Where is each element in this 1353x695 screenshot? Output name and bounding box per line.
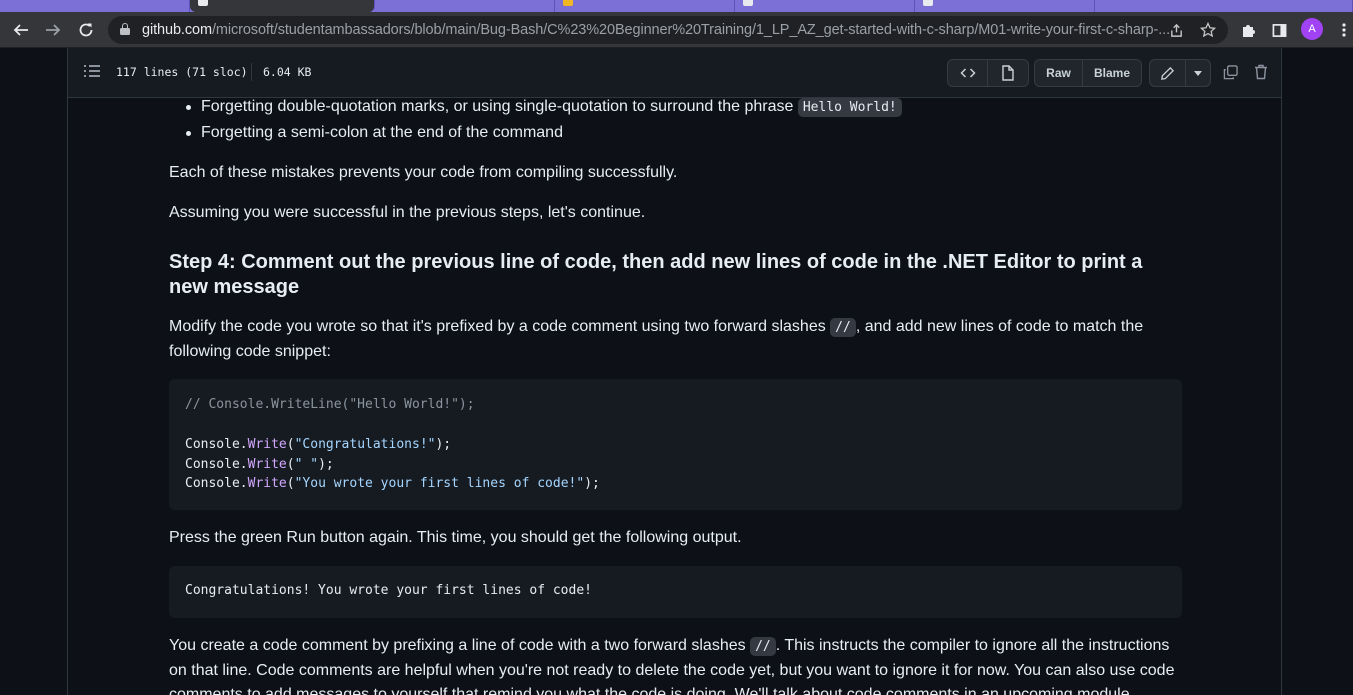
browser-tab[interactable] [1095,0,1353,12]
file-view-button[interactable] [988,60,1028,86]
raw-button[interactable]: Raw [1035,60,1083,86]
forward-arrow-icon[interactable] [40,18,66,42]
line-count: 117 lines (71 sloc) [116,65,248,79]
view-mode-toggle [947,59,1029,87]
paragraph-text: comments to add messages to yourself tha… [169,686,1135,695]
paragraph: Modify the code you wrote so that it's p… [169,315,1182,364]
browser-tab[interactable] [375,0,555,12]
code-view-button[interactable] [948,60,988,86]
edit-group [1149,59,1211,87]
lock-icon[interactable] [120,23,130,35]
markdown-body: Forgetting double-quotation marks, or us… [67,98,1282,695]
code-icon [959,68,976,78]
paragraph: Assuming you were successful in the prev… [169,204,646,221]
paragraph: You create a code comment by prefixing a… [169,634,1209,695]
list-item: Forgetting a semi-colon at the end of th… [186,121,563,145]
blame-button[interactable]: Blame [1083,60,1141,86]
file-size: 6.04 KB [263,65,312,79]
raw-blame-group: Raw Blame [1034,59,1142,87]
profile-avatar[interactable]: A [1301,18,1323,40]
url-text: github.com/microsoft/studentambassadors/… [142,22,1170,38]
url-path: /microsoft/studentambassadors/blob/main/… [211,22,1171,38]
inline-code: // [830,318,856,337]
paragraph-text: . This instructs the compiler to ignore … [775,637,1170,654]
address-bar[interactable]: github.com/microsoft/studentambassadors/… [108,16,1228,44]
file-header: 117 lines (71 sloc) 6.04 KB Raw Blame [67,48,1282,98]
browser-toolbar: github.com/microsoft/studentambassadors/… [0,12,1353,48]
back-arrow-icon[interactable] [8,18,34,42]
edit-dropdown-button[interactable] [1186,60,1210,86]
paragraph-text: You create a code comment by prefixing a… [169,637,751,654]
paragraph-text: Modify the code you wrote so that it's p… [169,318,831,335]
paragraph: Press the green Run button again. This t… [169,529,742,546]
inline-code: Hello World! [797,98,902,117]
paragraph: Each of these mistakes prevents your cod… [169,164,678,181]
paragraph-text: on that line. Code comments are helpful … [169,662,1175,679]
github-favicon-icon [743,0,753,6]
browser-tab[interactable] [555,0,735,12]
side-panel-icon[interactable] [1269,20,1289,40]
list-item-text: Forgetting a semi-colon at the end of th… [201,124,563,141]
github-favicon-icon [923,0,933,6]
more-menu-icon[interactable] [1334,20,1353,40]
pencil-icon [1161,66,1175,80]
paragraph-text: , and add new lines of code to match the [855,318,1144,335]
extensions-puzzle-icon[interactable] [1238,20,1258,40]
divider [251,63,252,81]
file-icon [1002,65,1014,81]
github-favicon-icon [198,0,208,6]
browser-tab-strip [0,0,1353,12]
bookmark-star-icon[interactable] [1198,20,1218,40]
edit-button[interactable] [1150,60,1186,86]
code-comment-line: // Console.WriteLine("Hello World!"); [185,397,475,412]
inline-code: // [750,637,776,656]
browser-tab[interactable] [915,0,1095,12]
code-line: Console.Write("You wrote your first line… [185,476,600,491]
url-domain: github.com [142,22,212,38]
share-icon[interactable] [1166,20,1186,40]
step-4-heading: Step 4: Comment out the previous line of… [169,251,1143,298]
browser-tab[interactable] [0,0,190,12]
browser-tab-active[interactable] [190,0,375,12]
list-item-text: Forgetting double-quotation marks, or us… [201,98,798,115]
code-line: Console.Write("Congratulations!"); [185,437,452,452]
output-text: Congratulations! You wrote your first li… [185,583,592,598]
favicon-icon [563,0,573,6]
browser-tab[interactable] [735,0,915,12]
trash-icon[interactable] [1251,62,1271,82]
copy-icon[interactable] [1220,62,1240,82]
output-block: Congratulations! You wrote your first li… [169,566,1182,618]
symbols-list-icon[interactable] [84,64,100,78]
caret-down-icon [1194,70,1202,76]
code-block: // Console.WriteLine("Hello World!"); Co… [169,379,1182,510]
list-item: Forgetting double-quotation marks, or us… [186,95,902,120]
reload-icon[interactable] [73,18,99,42]
paragraph-text: following code snippet: [169,343,331,360]
code-line: Console.Write(" "); [185,457,334,472]
